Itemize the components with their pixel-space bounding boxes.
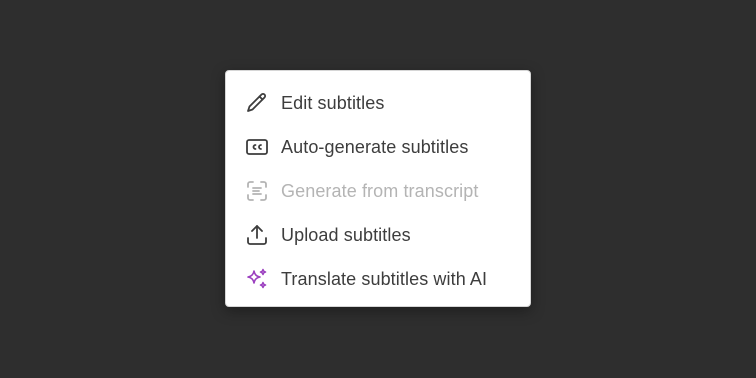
menu-item-label: Upload subtitles [281, 224, 411, 245]
subtitles-dropdown-menu: Edit subtitles Auto-generate subtitles G [225, 70, 531, 307]
closed-captions-icon [244, 134, 270, 160]
menu-item-label: Auto-generate subtitles [281, 136, 469, 157]
pencil-icon [244, 90, 270, 116]
menu-item-generate-from-transcript: Generate from transcript [226, 169, 530, 213]
menu-item-auto-generate-subtitles[interactable]: Auto-generate subtitles [226, 125, 530, 169]
menu-item-translate-subtitles-ai[interactable]: Translate subtitles with AI [226, 257, 530, 301]
sparkles-icon [244, 266, 270, 292]
menu-item-label: Generate from transcript [281, 180, 479, 201]
menu-item-upload-subtitles[interactable]: Upload subtitles [226, 213, 530, 257]
upload-icon [244, 222, 270, 248]
menu-item-label: Edit subtitles [281, 92, 385, 113]
menu-item-edit-subtitles[interactable]: Edit subtitles [226, 81, 530, 125]
transcript-scan-icon [244, 178, 270, 204]
menu-item-label: Translate subtitles with AI [281, 268, 488, 289]
